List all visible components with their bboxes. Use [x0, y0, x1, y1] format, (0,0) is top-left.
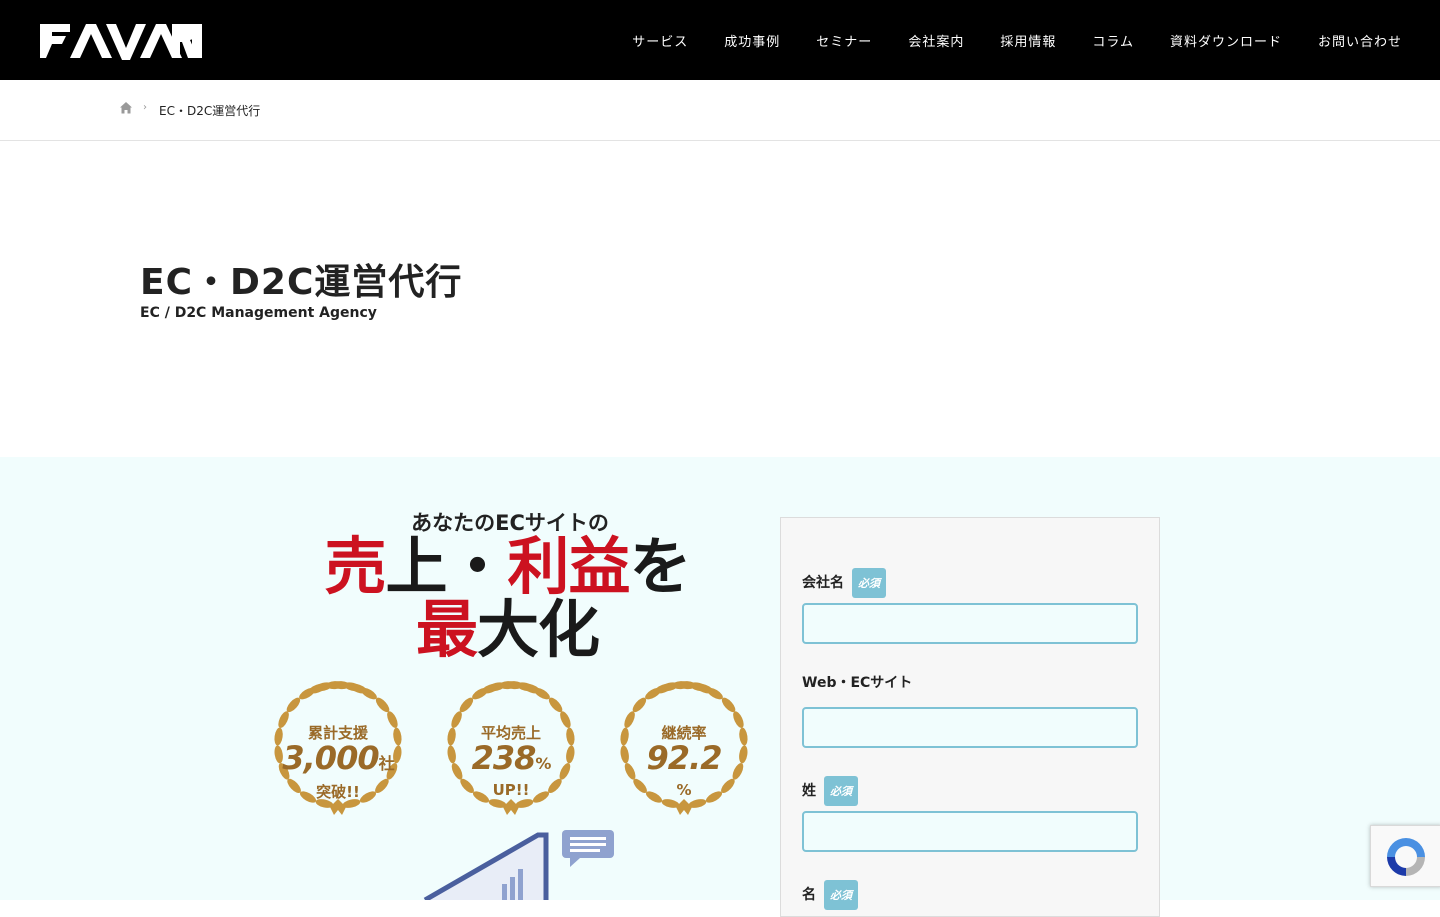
badge-bottom-text: 突破!! [316, 783, 360, 801]
home-icon[interactable] [119, 101, 133, 115]
last-name-input[interactable] [802, 811, 1138, 852]
badge-value-number: 92.2 [646, 739, 723, 777]
breadcrumb: › EC・D2C運営代行 [0, 80, 1440, 141]
growth-chart-illustration-icon [423, 830, 614, 900]
laurel-ribbon [503, 799, 519, 815]
form-label-text: 名 [802, 887, 816, 903]
achievement-badge: 平均売上 238% UP!! [433, 675, 589, 817]
hero-headline-part: 売 [324, 530, 386, 603]
badge-value-number: 3,000 [282, 739, 379, 777]
required-badge: 必須 [824, 880, 858, 910]
form-label-text: 姓 [802, 783, 816, 799]
nav-column[interactable]: コラム [1092, 31, 1134, 50]
form-label-text: Web・ECサイト [802, 675, 913, 691]
badge-value-unit: % [535, 754, 551, 773]
achievement-badge: 継続率 92.2 % [606, 675, 762, 817]
form-label-first-name: 名必須 [802, 880, 858, 910]
badge-value: 92.2 [606, 739, 762, 777]
nav-service[interactable]: サービス [632, 31, 688, 50]
hero-headline-line2: 最大化 [300, 598, 715, 661]
badge-bottom-text: UP!! [492, 781, 530, 799]
site-header: サービス 成功事例 セミナー 会社案内 採用情報 コラム 資料ダウンロード お問… [0, 0, 1440, 80]
hero-headline-line1: 売上・利益を [300, 535, 715, 598]
hero-headline: 売上・利益を 最大化 [300, 535, 715, 661]
form-label-website: Web・ECサイト [802, 672, 912, 692]
nav-seminar[interactable]: セミナー [816, 31, 872, 50]
form-label-last-name: 姓必須 [802, 776, 858, 806]
required-badge: 必須 [824, 776, 858, 806]
achievement-badge: 累計支援 3,000社 突破!! [260, 675, 416, 817]
page-subtitle: EC / D2C Management Agency [140, 305, 377, 321]
laurel-ribbon [676, 799, 692, 815]
nav-case-studies[interactable]: 成功事例 [724, 31, 780, 50]
form-label-company: 会社名 必須 [802, 568, 886, 598]
badge-value: 3,000社 [260, 739, 416, 777]
badge-value: 238% [433, 739, 589, 777]
badge-value-unit: 社 [378, 754, 395, 773]
hero-headline-part: 最 [415, 593, 478, 666]
recaptcha-badge[interactable] [1370, 825, 1440, 887]
nav-company[interactable]: 会社案内 [908, 31, 964, 50]
hero-headline-part: 大化 [477, 593, 600, 666]
form-label-text: 会社名 [802, 575, 844, 591]
hero-headline-part: を [629, 530, 692, 603]
company-name-input[interactable] [802, 603, 1138, 644]
hero-section: あなたのECサイトの 売上・利益を 最大化 累計支援 3,000社 突破!! 平… [0, 457, 1440, 917]
recaptcha-icon [1387, 838, 1425, 876]
nav-download[interactable]: 資料ダウンロード [1170, 31, 1282, 50]
favari-logo[interactable] [40, 20, 202, 62]
badge-value-number: 238 [471, 739, 537, 777]
breadcrumb-separator-icon: › [143, 102, 147, 113]
badge-bottom-text: % [676, 781, 692, 799]
required-badge: 必須 [852, 568, 886, 598]
nav-recruit[interactable]: 採用情報 [1000, 31, 1056, 50]
main-nav: サービス 成功事例 セミナー 会社案内 採用情報 コラム 資料ダウンロード お問… [596, 0, 1402, 80]
contact-form: 会社名 必須 Web・ECサイト 姓必須 名必須 [780, 517, 1160, 917]
breadcrumb-current: EC・D2C運営代行 [159, 104, 261, 118]
page-title: EC・D2C運営代行 [140, 262, 463, 303]
website-input[interactable] [802, 707, 1138, 748]
nav-contact[interactable]: お問い合わせ [1318, 31, 1402, 50]
